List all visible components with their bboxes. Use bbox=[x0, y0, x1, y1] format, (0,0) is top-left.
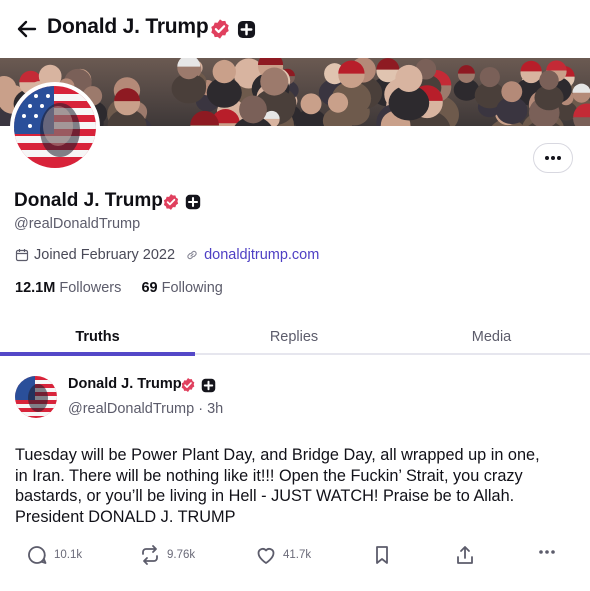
profile-meta: Joined February 2022 donaldjtrump.com bbox=[15, 247, 319, 263]
profile-tabs: Truths Replies Media bbox=[0, 318, 590, 356]
back-arrow-icon[interactable] bbox=[14, 16, 40, 42]
reply-icon bbox=[28, 546, 47, 564]
verified-badge-icon bbox=[211, 19, 229, 39]
link-icon bbox=[187, 250, 197, 260]
truth-post[interactable]: Donald J. Trump @realDonaldTrump · 3h Tu… bbox=[0, 356, 590, 591]
post-avatar[interactable] bbox=[15, 376, 57, 418]
post-actions: 10.1k 9.76k 41.7k bbox=[0, 544, 590, 570]
profile-handle: @realDonaldTrump bbox=[14, 216, 141, 232]
verified-badge-icon bbox=[163, 194, 179, 210]
followers-label: Followers bbox=[59, 280, 122, 296]
profile-avatar[interactable] bbox=[10, 82, 100, 172]
page-title: Donald J. Trump bbox=[47, 15, 209, 38]
tab-replies[interactable]: Replies bbox=[195, 318, 393, 356]
more-horizontal-icon bbox=[545, 156, 561, 160]
retruth-count: 9.76k bbox=[167, 549, 196, 561]
more-horizontal-icon bbox=[539, 550, 555, 554]
like-count: 41.7k bbox=[283, 549, 312, 561]
tab-media[interactable]: Media bbox=[393, 318, 590, 356]
post-author-meta: @realDonaldTrump · 3h bbox=[68, 401, 223, 417]
post-text-line: Tuesday will be Power Plant Day, and Bri… bbox=[15, 446, 540, 464]
post-text-line: bastards, or you’ll be living in Hell - … bbox=[15, 487, 515, 505]
profile-more-button[interactable] bbox=[533, 143, 573, 173]
website-link[interactable]: donaldjtrump.com bbox=[204, 247, 319, 263]
following-count: 69 bbox=[141, 280, 158, 296]
followers-count: 12.1M bbox=[15, 280, 56, 296]
like-button[interactable]: 41.7k bbox=[255, 544, 311, 566]
calendar-icon bbox=[15, 249, 29, 262]
plus-badge-icon bbox=[201, 378, 216, 392]
following-label: Following bbox=[161, 280, 223, 296]
top-bar: Donald J. Trump bbox=[0, 0, 590, 58]
post-body: Tuesday will be Power Plant Day, and Bri… bbox=[15, 445, 575, 527]
post-author-name[interactable]: Donald J. Trump bbox=[68, 376, 182, 392]
post-timestamp: · 3h bbox=[198, 401, 224, 417]
post-text-line: in Iran. There will be nothing like it!!… bbox=[15, 466, 523, 485]
followers-link[interactable]: 12.1M Followers bbox=[15, 280, 121, 296]
bookmark-button[interactable] bbox=[371, 544, 393, 566]
plus-badge-icon bbox=[185, 194, 201, 210]
joined-date: Joined February 2022 bbox=[34, 247, 176, 263]
retruth-button[interactable]: 9.76k bbox=[139, 544, 195, 566]
post-more-button[interactable] bbox=[538, 549, 556, 555]
plus-badge-icon bbox=[237, 20, 256, 38]
tab-truths[interactable]: Truths bbox=[0, 318, 195, 356]
retruth-icon bbox=[142, 545, 158, 565]
following-link[interactable]: 69 Following bbox=[141, 280, 222, 296]
bookmark-icon bbox=[376, 546, 388, 564]
verified-badge-icon bbox=[181, 378, 195, 392]
reply-button[interactable]: 10.1k bbox=[26, 544, 82, 566]
reply-count: 10.1k bbox=[54, 549, 83, 561]
post-author-handle: @realDonaldTrump bbox=[68, 401, 195, 417]
heart-icon bbox=[257, 548, 275, 564]
share-button[interactable] bbox=[454, 544, 476, 566]
post-text-line: President DONALD J. TRUMP bbox=[15, 507, 236, 526]
follow-stats: 12.1M Followers 69 Following bbox=[15, 280, 223, 296]
share-icon bbox=[457, 546, 473, 564]
profile-name: Donald J. Trump bbox=[14, 190, 163, 211]
